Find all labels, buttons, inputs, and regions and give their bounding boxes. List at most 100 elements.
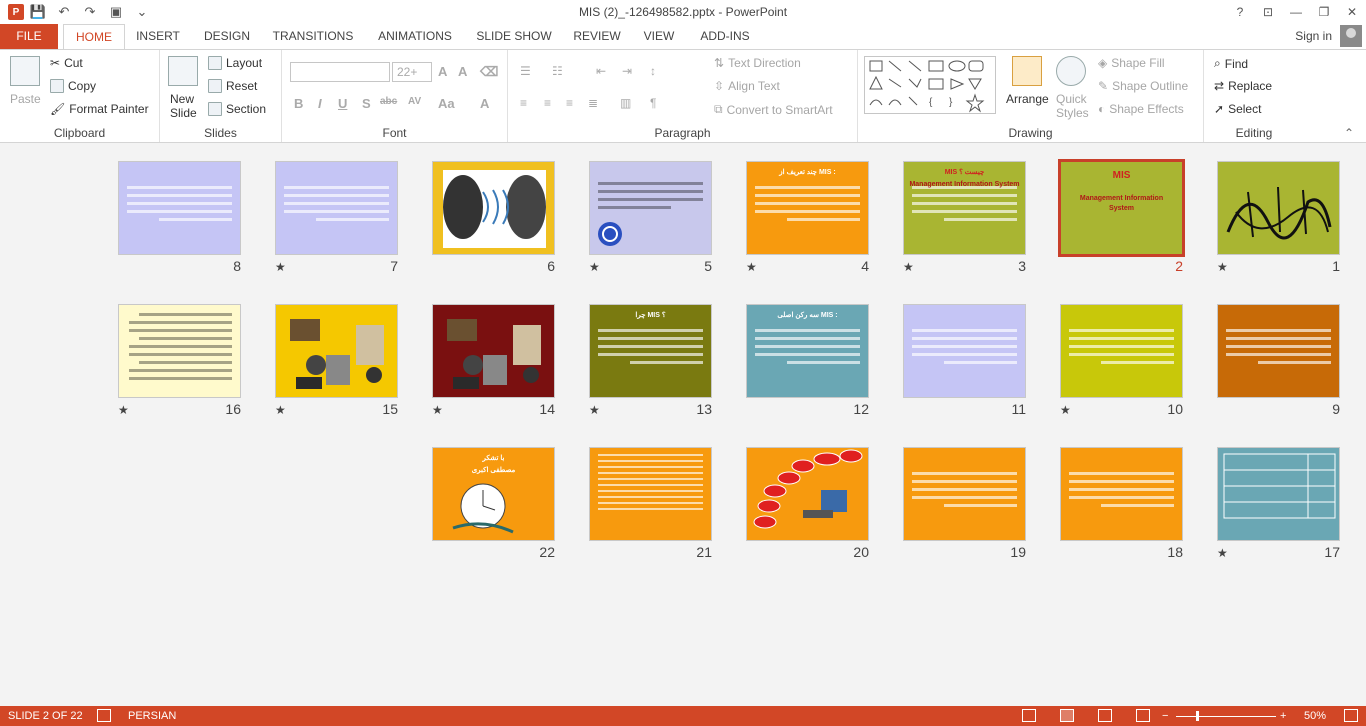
- avatar[interactable]: [1340, 25, 1362, 47]
- slide-thumbnail[interactable]: [903, 304, 1026, 398]
- text-direction-button[interactable]: ⇅ Text Direction: [714, 56, 801, 70]
- slide-thumbnail[interactable]: [118, 161, 241, 255]
- tab-animations[interactable]: ANIMATIONS: [368, 24, 462, 49]
- slide-thumbnail[interactable]: [1217, 447, 1340, 541]
- slide-thumbnail[interactable]: [1060, 447, 1183, 541]
- font-color-button[interactable]: A: [480, 96, 489, 111]
- decrease-indent-icon[interactable]: ⇤: [596, 64, 606, 78]
- slide-thumbnail[interactable]: MIS چیست ؟ Management Information System: [903, 161, 1026, 255]
- rtl-icon[interactable]: ¶: [650, 96, 656, 110]
- bold-button[interactable]: B: [294, 96, 303, 111]
- shape-outline-button[interactable]: ✎ Shape Outline: [1098, 79, 1188, 93]
- slide-sorter-view-icon[interactable]: [1060, 709, 1074, 722]
- strikethrough-button[interactable]: abc: [380, 96, 397, 107]
- bullets-icon[interactable]: ☰: [520, 64, 531, 78]
- normal-view-icon[interactable]: [1022, 709, 1036, 722]
- italic-button[interactable]: I: [318, 96, 322, 111]
- slide-thumbnail[interactable]: [589, 447, 712, 541]
- shrink-font-icon[interactable]: A: [458, 64, 467, 79]
- transition-star-icon[interactable]: ★: [275, 260, 286, 274]
- tab-file[interactable]: FILE: [0, 24, 58, 49]
- align-left-icon[interactable]: ≡: [520, 96, 527, 110]
- fit-slide-icon[interactable]: [1344, 709, 1358, 722]
- quick-styles-icon[interactable]: [1056, 56, 1086, 86]
- reset-button[interactable]: Reset: [208, 79, 257, 93]
- transition-star-icon[interactable]: ★: [589, 260, 600, 274]
- align-center-icon[interactable]: ≡: [544, 96, 551, 110]
- tab-design[interactable]: DESIGN: [196, 24, 258, 49]
- transition-star-icon[interactable]: ★: [903, 260, 914, 274]
- transition-star-icon[interactable]: ★: [432, 403, 443, 417]
- underline-button[interactable]: U: [338, 96, 347, 111]
- layout-button[interactable]: Layout: [208, 56, 262, 70]
- zoom-slider[interactable]: [1176, 716, 1276, 717]
- change-case-button[interactable]: Aa: [438, 96, 455, 111]
- transition-star-icon[interactable]: ★: [118, 403, 129, 417]
- transition-star-icon[interactable]: ★: [275, 403, 286, 417]
- zoom-slider-thumb[interactable]: [1196, 711, 1199, 721]
- close-button[interactable]: ✕: [1338, 2, 1366, 22]
- copy-button[interactable]: Copy: [50, 79, 96, 93]
- replace-button[interactable]: ⇄ Replace: [1214, 79, 1272, 93]
- numbering-icon[interactable]: ☷: [552, 64, 563, 78]
- shadow-button[interactable]: S: [362, 96, 371, 111]
- clear-formatting-icon[interactable]: ⌫: [480, 64, 498, 80]
- slide-thumbnail[interactable]: [903, 447, 1026, 541]
- justify-icon[interactable]: ≣: [588, 96, 598, 110]
- slide-thumbnail[interactable]: [432, 304, 555, 398]
- transition-star-icon[interactable]: ★: [589, 403, 600, 417]
- grow-font-icon[interactable]: A: [438, 64, 447, 79]
- align-right-icon[interactable]: ≡: [566, 96, 573, 110]
- tab-view[interactable]: VIEW: [636, 24, 682, 49]
- help-button[interactable]: ?: [1226, 2, 1254, 22]
- zoom-level[interactable]: 50%: [1304, 710, 1326, 722]
- slide-thumbnail[interactable]: MIS Management Information System: [1058, 159, 1185, 257]
- font-family-combo[interactable]: [290, 62, 390, 82]
- minimize-button[interactable]: —: [1282, 2, 1310, 22]
- slide-thumbnail[interactable]: [118, 304, 241, 398]
- tab-transitions[interactable]: TRANSITIONS: [266, 24, 360, 49]
- collapse-ribbon-icon[interactable]: ⌃: [1344, 126, 1354, 140]
- sign-in-link[interactable]: Sign in: [1295, 29, 1332, 43]
- transition-star-icon[interactable]: ★: [1217, 546, 1228, 560]
- shapes-gallery[interactable]: {}: [864, 56, 996, 114]
- vertical-scrollbar[interactable]: [1349, 144, 1366, 706]
- tab-slide-show[interactable]: SLIDE SHOW: [470, 24, 558, 49]
- paste-icon[interactable]: [10, 56, 40, 86]
- font-size-combo[interactable]: 22+: [392, 62, 432, 82]
- slide-thumbnail[interactable]: [1060, 304, 1183, 398]
- cut-button[interactable]: ✂ Cut: [50, 56, 83, 70]
- section-button[interactable]: Section: [208, 102, 266, 116]
- increase-indent-icon[interactable]: ⇥: [622, 64, 632, 78]
- transition-star-icon[interactable]: ★: [1217, 260, 1228, 274]
- ribbon-display-options-button[interactable]: ⊡: [1254, 2, 1282, 22]
- slide-thumbnail[interactable]: [1217, 161, 1340, 255]
- slide-thumbnail[interactable]: [746, 447, 869, 541]
- zoom-in-button[interactable]: +: [1280, 710, 1286, 722]
- slide-thumbnail[interactable]: [1217, 304, 1340, 398]
- slide-thumbnail[interactable]: با تشکر مصطفی اکبری: [432, 447, 555, 541]
- slide-thumbnail[interactable]: [275, 161, 398, 255]
- find-button[interactable]: ⌕ Find: [1214, 56, 1248, 71]
- new-slide-button[interactable]: New Slide: [170, 92, 197, 120]
- slide-thumbnail[interactable]: چند تعریف از MIS :: [746, 161, 869, 255]
- format-painter-button[interactable]: 🖌 Format Painter: [50, 102, 149, 116]
- shape-effects-button[interactable]: ◐ Shape Effects: [1098, 102, 1184, 116]
- columns-icon[interactable]: ▥: [620, 96, 631, 110]
- maximize-button[interactable]: ❐: [1310, 2, 1338, 22]
- quick-styles-button[interactable]: Quick Styles: [1056, 92, 1089, 120]
- tab-review[interactable]: REVIEW: [566, 24, 628, 49]
- reading-view-icon[interactable]: [1098, 709, 1112, 722]
- tab-insert[interactable]: INSERT: [128, 24, 188, 49]
- transition-star-icon[interactable]: ★: [746, 260, 757, 274]
- select-button[interactable]: ➚ Select: [1214, 102, 1261, 116]
- shape-fill-button[interactable]: ◈ Shape Fill: [1098, 56, 1165, 70]
- arrange-button[interactable]: Arrange: [1006, 92, 1049, 106]
- paste-button[interactable]: Paste: [10, 92, 41, 106]
- slide-thumbnail[interactable]: [432, 161, 555, 255]
- line-spacing-icon[interactable]: ↕: [650, 64, 656, 78]
- transition-star-icon[interactable]: ★: [1060, 403, 1071, 417]
- tab-home[interactable]: HOME: [63, 24, 125, 50]
- arrange-icon[interactable]: [1012, 56, 1042, 86]
- slide-thumbnail[interactable]: [589, 161, 712, 255]
